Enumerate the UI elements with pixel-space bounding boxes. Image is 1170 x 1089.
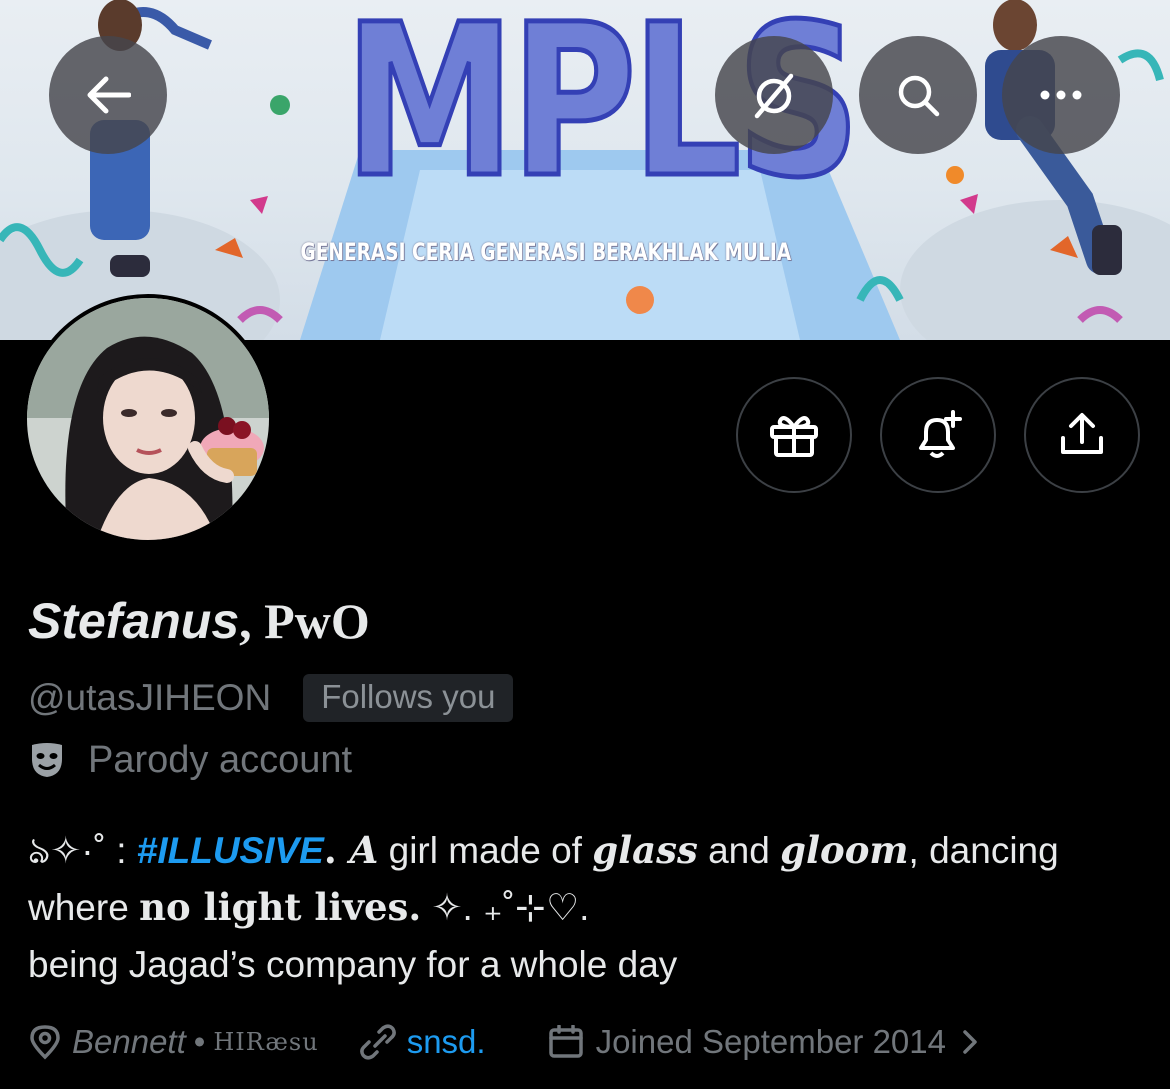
share-icon [1061,413,1103,454]
bell-plus-icon [919,410,962,458]
parody-account-label: Parody account [88,738,353,781]
slashed-circle-icon [754,73,794,119]
bio-text: girl made of [378,830,593,871]
theater-mask-icon [32,743,62,777]
location-separator: • [193,1023,206,1060]
arrow-left-icon [87,76,131,114]
bio-symbols: ঌ✧·˚ : [28,830,137,871]
bio-text: . [323,828,350,872]
bio-text: and [697,830,781,871]
user-handle: @utasJIHEON [28,677,272,718]
bio-text: gloom [780,828,909,872]
more-horizontal-icon [1040,90,1082,100]
location-pin-icon [30,1025,60,1060]
bio-text: no light lives. [139,885,422,929]
bio-symbols: ✧. ₊˚⊹♡. [421,887,590,928]
subscribe-gift-button[interactable] [736,377,852,493]
profile-banner[interactable]: MPLS GENERASI CERIA GENERASI BERAKHLAK M… [0,0,1170,340]
calendar-icon [548,1025,583,1058]
location-extra: HIRæsu [213,1028,319,1056]
parody-label-row: Parody account [28,734,352,786]
share-button[interactable] [1024,377,1140,493]
display-name: Stefanus, PwO [28,592,370,650]
banner-tagline: GENERASI CERIA GENERASI BERAKHLAK MULIA [300,238,792,266]
bio-text: , dancing [908,830,1059,871]
search-icon [898,75,940,117]
notifications-button[interactable] [880,377,996,493]
bio-line-3: being Jagad’s company for a whole day [28,944,678,985]
bio-hashtag-link[interactable]: #ILLUSIVE [137,830,324,871]
display-name-part-1: Stefanus [28,593,240,649]
bio-text: where [28,887,140,928]
profile-bio: ঌ✧·˚ : #ILLUSIVE. A girl made of glass a… [28,822,1148,993]
bio-text: A [349,828,379,872]
profile-website-link[interactable]: snsd. [407,1023,486,1061]
bio-line-1: ঌ✧·˚ : #ILLUSIVE. A girl made of glass a… [28,822,1148,879]
profile-avatar[interactable] [23,294,273,544]
follows-you-badge: Follows you [303,674,514,722]
handle-row: @utasJIHEON Follows you [28,672,514,724]
link-icon [359,1024,396,1060]
avatar-photo [27,298,269,540]
grok-button[interactable] [715,36,833,154]
location-name: Bennett [72,1023,186,1060]
search-button[interactable] [859,36,977,154]
bio-line-2: where no light lives. ✧. ₊˚⊹♡. [28,879,1148,936]
display-name-part-2: , PwO [239,593,370,649]
joined-date: Joined September 2014 [595,1023,946,1060]
back-button[interactable] [49,36,167,154]
more-button[interactable] [1002,36,1120,154]
bio-text: glass [592,828,698,872]
chevron-right-icon[interactable] [960,1027,980,1057]
gift-icon [770,416,818,457]
profile-meta-row: Bennett • HIRæsu snsd. Joined September … [28,1016,980,1068]
